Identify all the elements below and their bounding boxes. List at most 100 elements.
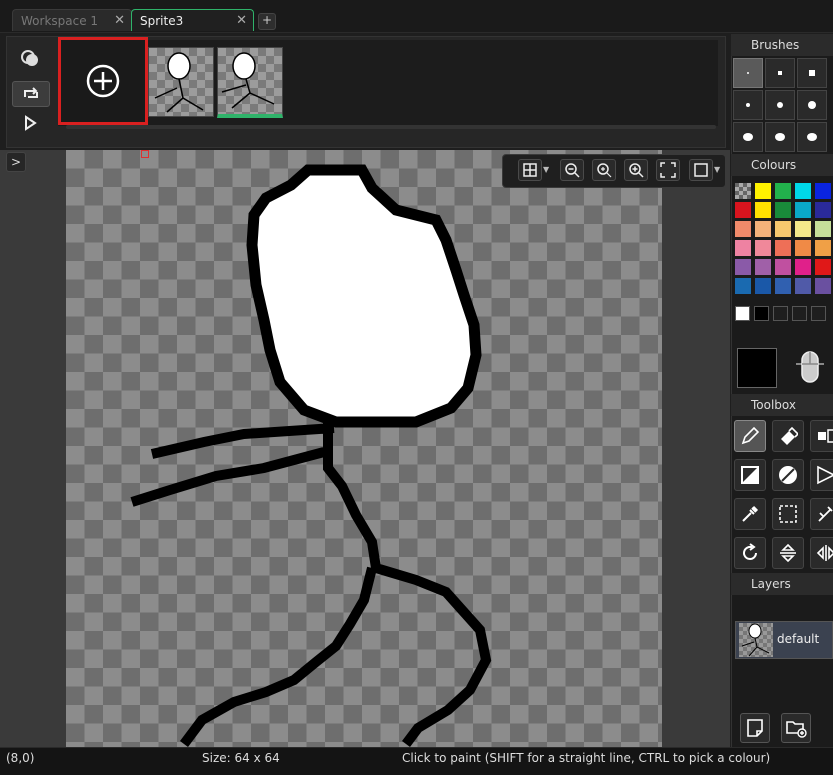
colour-swatch[interactable] bbox=[755, 259, 771, 275]
line-icon bbox=[817, 465, 833, 485]
brush-5[interactable] bbox=[765, 90, 795, 120]
tab-sprite3[interactable]: Sprite3 ✕ bbox=[131, 9, 254, 31]
custom-colour-swatch[interactable] bbox=[792, 306, 807, 321]
new-layer-folder-button[interactable] bbox=[781, 713, 811, 743]
sprite-size: Size: 64 x 64 bbox=[202, 751, 280, 765]
colour-swatch[interactable] bbox=[755, 183, 771, 199]
colour-swatch[interactable] bbox=[775, 278, 791, 294]
custom-colour-swatch[interactable] bbox=[735, 306, 750, 321]
loop-button[interactable] bbox=[12, 81, 50, 107]
onion-skin-icon bbox=[21, 50, 38, 66]
rotate-tool[interactable] bbox=[734, 537, 766, 569]
colour-swatch[interactable] bbox=[755, 278, 771, 294]
colour-swatch[interactable] bbox=[815, 240, 831, 256]
expand-panel-button[interactable]: > bbox=[6, 152, 26, 172]
brush-3[interactable] bbox=[797, 58, 827, 88]
zoom-in-button[interactable] bbox=[624, 159, 648, 181]
play-button[interactable] bbox=[12, 111, 48, 135]
fill-area-tool[interactable] bbox=[810, 420, 833, 452]
grid-dropdown[interactable]: ▼ bbox=[543, 159, 551, 181]
zoom-reset-button[interactable] bbox=[592, 159, 616, 181]
colour-picker-tool[interactable] bbox=[734, 498, 766, 530]
colour-swatch[interactable] bbox=[735, 183, 751, 199]
colour-swatch[interactable] bbox=[795, 183, 811, 199]
wand-icon bbox=[818, 506, 833, 522]
colour-swatch[interactable] bbox=[795, 240, 811, 256]
grid-icon bbox=[523, 163, 537, 177]
colour-swatch[interactable] bbox=[815, 202, 831, 218]
pencil-tool[interactable] bbox=[734, 420, 766, 452]
add-frame-button[interactable] bbox=[58, 37, 148, 125]
flip-vertical-icon bbox=[780, 543, 796, 563]
select-icon bbox=[779, 505, 797, 523]
close-icon[interactable]: ✕ bbox=[114, 10, 125, 32]
colour-swatch[interactable] bbox=[795, 202, 811, 218]
tab-label: Workspace 1 bbox=[21, 14, 99, 28]
fill-area-icon bbox=[818, 429, 833, 443]
colour-swatch[interactable] bbox=[735, 202, 751, 218]
fit-icon bbox=[660, 162, 676, 178]
ellipse-icon bbox=[779, 466, 797, 484]
frame-dropdown[interactable]: ▼ bbox=[714, 159, 722, 181]
close-icon[interactable]: ✕ bbox=[236, 10, 247, 32]
current-colour-swatch[interactable] bbox=[737, 348, 777, 388]
rectangle-tool[interactable] bbox=[734, 459, 766, 491]
colour-swatch[interactable] bbox=[735, 259, 751, 275]
plus-circle-icon bbox=[86, 64, 120, 98]
tab-workspace-1[interactable]: Workspace 1 ✕ bbox=[12, 9, 132, 31]
colour-swatch[interactable] bbox=[815, 221, 831, 237]
colour-swatch[interactable] bbox=[815, 259, 831, 275]
brush-2[interactable] bbox=[765, 58, 795, 88]
sprite-canvas[interactable] bbox=[66, 150, 662, 747]
colour-swatch[interactable] bbox=[795, 259, 811, 275]
frame-thumbnail-1[interactable] bbox=[148, 47, 214, 117]
eraser-tool[interactable] bbox=[772, 420, 804, 452]
colour-swatch[interactable] bbox=[735, 240, 751, 256]
line-tool[interactable] bbox=[810, 459, 833, 491]
cursor-position: (8,0) bbox=[6, 751, 35, 765]
brush-7[interactable] bbox=[733, 122, 763, 152]
colour-swatch[interactable] bbox=[815, 183, 831, 199]
select-tool[interactable] bbox=[772, 498, 804, 530]
frame-button[interactable] bbox=[689, 159, 713, 181]
custom-colour-swatch[interactable] bbox=[773, 306, 788, 321]
add-tab-button[interactable]: + bbox=[258, 13, 276, 30]
colour-swatch[interactable] bbox=[815, 278, 831, 294]
custom-colour-swatch[interactable] bbox=[811, 306, 826, 321]
brush-4[interactable] bbox=[733, 90, 763, 120]
layers-header: Layers bbox=[731, 573, 833, 595]
brush-9[interactable] bbox=[797, 122, 827, 152]
colour-swatch[interactable] bbox=[795, 278, 811, 294]
flip-horizontal-tool[interactable] bbox=[810, 537, 833, 569]
colour-swatch[interactable] bbox=[735, 278, 751, 294]
eyedropper-icon bbox=[742, 505, 759, 522]
new-layer-button[interactable] bbox=[740, 713, 770, 743]
colour-swatch[interactable] bbox=[755, 202, 771, 218]
zoom-out-button[interactable] bbox=[560, 159, 584, 181]
colour-swatch[interactable] bbox=[775, 240, 791, 256]
frame-thumbnail-2[interactable] bbox=[217, 47, 283, 118]
flip-vertical-tool[interactable] bbox=[772, 537, 804, 569]
grid-button[interactable] bbox=[518, 159, 542, 181]
status-hint: Click to paint (SHIFT for a straight lin… bbox=[402, 751, 771, 765]
colour-swatch[interactable] bbox=[775, 221, 791, 237]
brush-8[interactable] bbox=[765, 122, 795, 152]
colour-swatch[interactable] bbox=[775, 183, 791, 199]
colour-swatch[interactable] bbox=[755, 240, 771, 256]
rotate-icon bbox=[743, 543, 757, 560]
colour-swatch[interactable] bbox=[775, 202, 791, 218]
flip-horizontal-icon bbox=[816, 545, 833, 561]
brush-1[interactable] bbox=[733, 58, 763, 88]
zoom-reset-icon bbox=[597, 163, 612, 178]
fit-button[interactable] bbox=[656, 159, 680, 181]
magic-wand-tool[interactable] bbox=[810, 498, 833, 530]
colour-swatch[interactable] bbox=[795, 221, 811, 237]
colour-swatch[interactable] bbox=[755, 221, 771, 237]
colour-swatch[interactable] bbox=[735, 221, 751, 237]
ellipse-tool[interactable] bbox=[772, 459, 804, 491]
frame-strip-scrollbar[interactable] bbox=[66, 125, 716, 129]
onion-skin-button[interactable] bbox=[12, 46, 48, 70]
custom-colour-swatch[interactable] bbox=[754, 306, 769, 321]
colour-swatch[interactable] bbox=[775, 259, 791, 275]
brush-6[interactable] bbox=[797, 90, 827, 120]
